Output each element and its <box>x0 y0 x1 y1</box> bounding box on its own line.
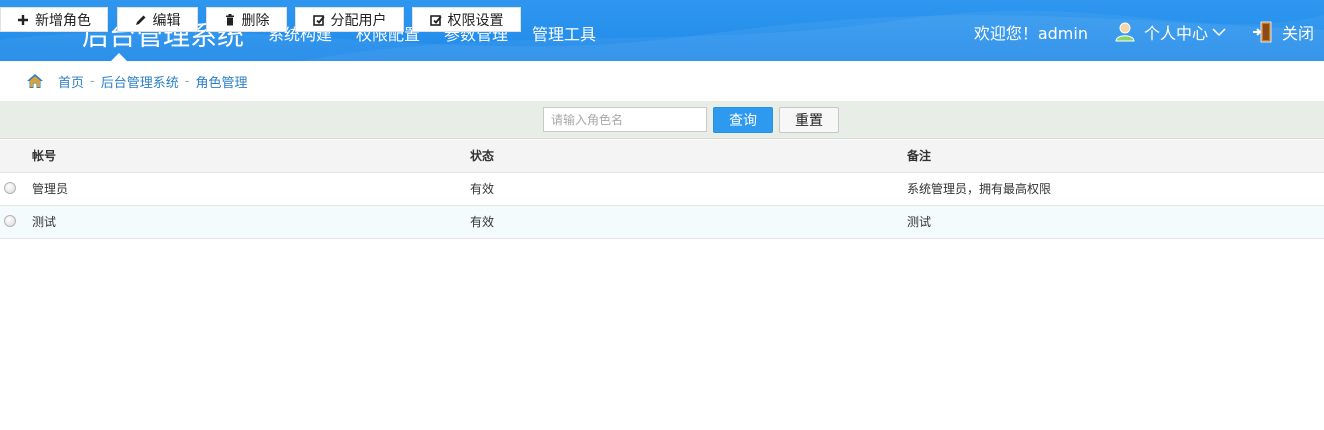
user-icon <box>1115 22 1135 42</box>
cell-account: 管理员 <box>32 182 69 196</box>
permission-settings-button[interactable]: 权限设置 <box>412 7 521 32</box>
cell-note: 测试 <box>907 215 932 229</box>
top-header: 后台管理系统 系统构建 权限配置 参数管理 管理工具 欢迎您！admin 个人中… <box>0 0 1324 61</box>
checkbox-edit-icon <box>312 14 325 26</box>
welcome-text: 欢迎您！admin <box>973 24 1088 43</box>
breadcrumb-home[interactable]: 首页 <box>58 72 84 91</box>
permission-settings-label: 权限设置 <box>447 12 504 29</box>
column-header-status[interactable]: 状态 <box>470 140 494 172</box>
edit-label: 编辑 <box>152 12 181 29</box>
query-button[interactable]: 查询 <box>713 107 773 133</box>
cell-status: 有效 <box>470 182 495 196</box>
add-role-button[interactable]: 新增角色 <box>0 7 108 32</box>
cell-status: 有效 <box>470 215 495 229</box>
row-select-radio[interactable] <box>4 182 16 194</box>
active-indicator <box>111 53 127 61</box>
delete-button[interactable]: 删除 <box>206 7 287 32</box>
home-icon[interactable] <box>26 73 44 89</box>
column-header-account[interactable]: 帐号 <box>32 140 56 172</box>
role-table: 帐号 状态 备注 管理员 有效 系统管理员，拥有最高权限 测试 有效 测试 <box>0 140 1324 239</box>
exit-door-icon <box>1252 21 1272 43</box>
checkbox-edit-icon <box>429 14 442 26</box>
row-select-radio[interactable] <box>4 215 16 227</box>
table-row[interactable]: 管理员 有效 系统管理员，拥有最高权限 <box>0 173 1324 206</box>
table-header: 帐号 状态 备注 <box>0 140 1324 173</box>
chevron-down-icon <box>1212 28 1226 37</box>
trash-icon <box>225 13 234 25</box>
assign-users-button[interactable]: 分配用户 <box>295 7 404 32</box>
nav-item-management-tools[interactable]: 管理工具 <box>532 21 596 45</box>
cell-account: 测试 <box>32 215 57 229</box>
breadcrumb-separator: - <box>90 73 95 89</box>
user-area: 欢迎您！admin 个人中心 关闭 <box>974 20 1314 44</box>
assign-users-label: 分配用户 <box>330 12 387 29</box>
delete-label: 删除 <box>241 12 270 29</box>
column-header-note[interactable]: 备注 <box>907 140 931 172</box>
breadcrumb-current: 角色管理 <box>195 75 248 91</box>
breadcrumb-separator: - <box>184 73 190 89</box>
user-center-menu[interactable]: 个人中心 <box>1114 20 1226 44</box>
pencil-icon <box>135 15 145 25</box>
reset-button[interactable]: 重置 <box>779 107 839 133</box>
breadcrumb-system[interactable]: 后台管理系统 <box>101 72 179 91</box>
add-role-label: 新增角色 <box>35 12 91 29</box>
role-name-search-input[interactable] <box>543 107 707 132</box>
close-label: 关闭 <box>1281 24 1314 43</box>
plus-icon <box>18 14 28 25</box>
user-center-label: 个人中心 <box>1143 24 1208 43</box>
table-row[interactable]: 测试 有效 测试 <box>0 206 1324 239</box>
breadcrumb: 首页 - 后台管理系统 - 角色管理 <box>26 72 248 91</box>
cell-note: 系统管理员，拥有最高权限 <box>907 182 1052 196</box>
close-button[interactable]: 关闭 <box>1252 20 1314 44</box>
edit-button[interactable]: 编辑 <box>117 7 198 32</box>
